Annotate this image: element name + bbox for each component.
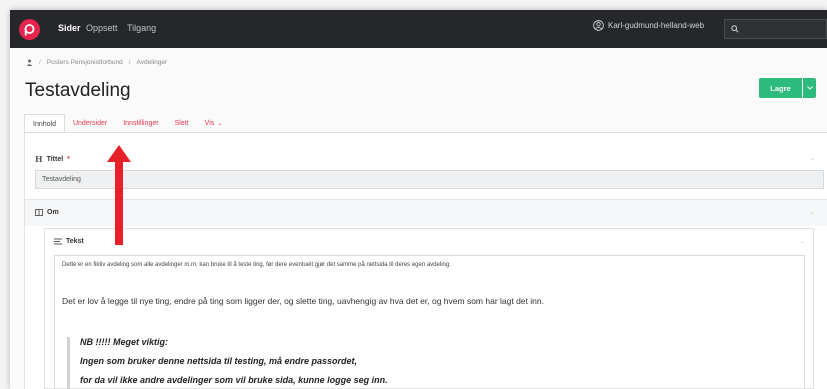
nav-item-sider[interactable]: Sider [58, 23, 81, 33]
tekst-field-header: Tekst [54, 238, 84, 245]
tab-slett[interactable]: Slett [167, 114, 197, 133]
breadcrumb: / Posters Pensjonistforbund / Avdelinger [26, 59, 167, 66]
required-marker: * [67, 155, 70, 163]
page-title: Testavdeling [25, 80, 131, 101]
title-field-label: Tittel [46, 155, 64, 163]
blockquote-line: for da vil ikke andre avdelinger som vil… [80, 375, 388, 385]
rich-text-editor[interactable]: Dette er en fiktiv avdeling som alle avd… [54, 255, 805, 389]
content-panel: H Tittel * ⌄ Testavdeling Om ⌄ Tekst ⌄ D… [24, 133, 827, 389]
tekst-field: Tekst ⌄ Dette er en fiktiv avdeling som … [44, 228, 814, 389]
top-navbar: Sider Oppsett Tilgang Karl-gudmund-hella… [10, 10, 827, 48]
blockquote-line: NB !!!!! Meget viktig: [80, 337, 168, 347]
text-icon [54, 238, 62, 245]
app-window: Sider Oppsett Tilgang Karl-gudmund-hella… [10, 10, 827, 389]
om-label: Om [47, 209, 59, 216]
chevron-down-icon[interactable]: ⌄ [800, 238, 805, 245]
title-input[interactable]: Testavdeling [35, 170, 824, 189]
om-section-header[interactable]: Om ⌄ [25, 200, 827, 226]
save-button-group: Lagre [759, 78, 816, 98]
tab-undersider[interactable]: Undersider [65, 114, 115, 133]
blockquote-line: Ingen som bruker denne nettsida til test… [80, 356, 358, 366]
heading-icon: H [35, 154, 43, 164]
user-icon [593, 20, 604, 31]
breadcrumb-item[interactable]: Posters Pensjonistforbund [47, 59, 123, 66]
tab-vis[interactable]: Vis ⌄ [197, 114, 231, 133]
columns-icon [35, 209, 43, 216]
editor-paragraph: Det er lov å legge til nye ting, endre p… [62, 296, 544, 306]
arrow-annotation [107, 145, 131, 245]
chevron-down-icon[interactable]: ⌄ [810, 209, 815, 216]
user-menu[interactable]: Karl-gudmund-helland-web [593, 20, 704, 31]
search-input[interactable] [724, 19, 827, 39]
home-icon[interactable] [26, 59, 33, 66]
nav-item-oppsett[interactable]: Oppsett [86, 23, 118, 33]
editor-paragraph: Dette er en fiktiv avdeling som alle avd… [62, 262, 451, 268]
tab-innstillinger[interactable]: Innstillinger [115, 114, 166, 133]
tab-innhold[interactable]: Innhold [24, 114, 65, 133]
search-icon [731, 25, 739, 33]
logo-icon[interactable] [19, 19, 40, 40]
tab-bar: Innhold Undersider Innstillinger Slett V… [24, 114, 230, 133]
user-name: Karl-gudmund-helland-web [608, 21, 705, 30]
save-dropdown-button[interactable] [803, 78, 816, 98]
editor-blockquote: NB !!!!! Meget viktig: Ingen som bruker … [67, 337, 667, 389]
chevron-down-icon [806, 86, 813, 90]
save-button[interactable]: Lagre [759, 78, 802, 98]
tekst-label: Tekst [66, 238, 84, 245]
title-field-header: H Tittel * [35, 154, 70, 164]
chevron-down-icon: ⌄ [217, 121, 223, 127]
nav-item-tilgang[interactable]: Tilgang [127, 23, 156, 33]
chevron-down-icon[interactable]: ⌄ [810, 155, 815, 162]
breadcrumb-item[interactable]: Avdelinger [137, 59, 168, 66]
